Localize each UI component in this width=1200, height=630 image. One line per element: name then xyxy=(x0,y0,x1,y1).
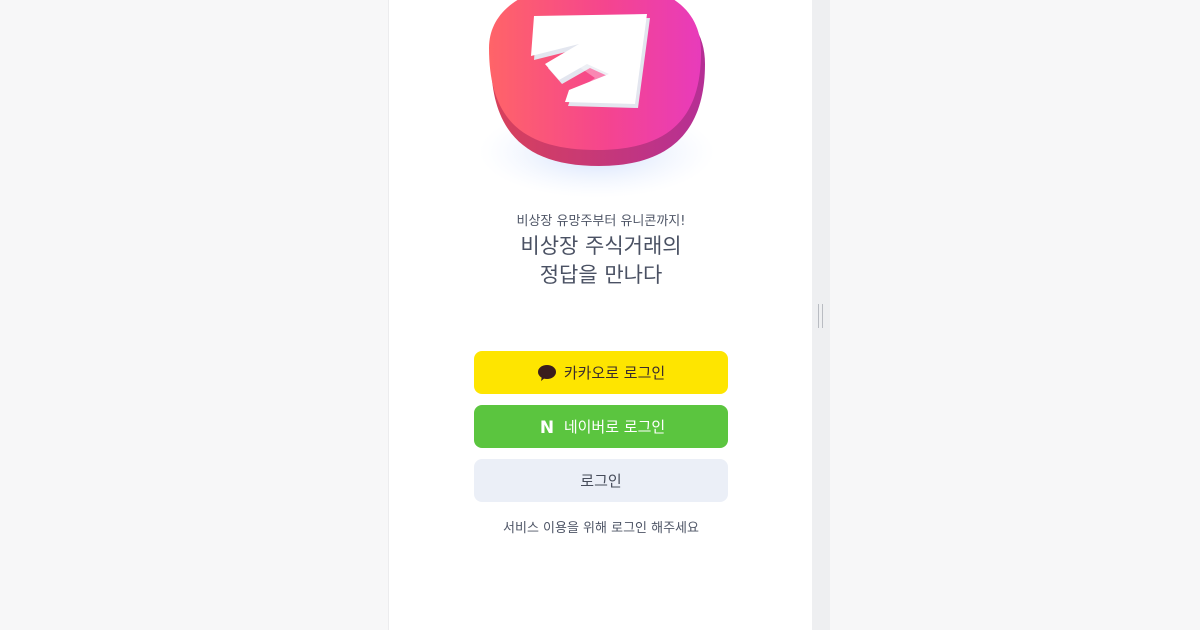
naver-login-label: 네이버로 로그인 xyxy=(563,418,666,436)
speech-bubble-icon xyxy=(537,363,557,383)
kakao-login-button[interactable]: 카카오로 로그인 xyxy=(474,351,728,394)
resize-handle-icon[interactable] xyxy=(818,304,823,328)
svg-text:N: N xyxy=(540,419,554,435)
headline: 비상장 주식거래의 정답을 만나다 xyxy=(389,232,813,290)
login-label: 로그인 xyxy=(580,472,622,490)
browser-viewport: 비상장 유망주부터 유니콘까지! 비상장 주식거래의 정답을 만나다 카카오로 … xyxy=(0,0,1200,630)
kakao-login-label: 카카오로 로그인 xyxy=(563,364,666,382)
app-logo xyxy=(479,0,719,200)
headline-line-1: 비상장 주식거래의 xyxy=(520,234,682,258)
naver-n-icon: N xyxy=(537,417,557,437)
login-button[interactable]: 로그인 xyxy=(474,459,728,502)
tagline: 비상장 유망주부터 유니콘까지! xyxy=(516,214,686,229)
login-notice: 서비스 이용을 위해 로그인 해주세요 xyxy=(503,521,699,536)
app-panel: 비상장 유망주부터 유니콘까지! 비상장 주식거래의 정답을 만나다 카카오로 … xyxy=(388,0,812,630)
headline-line-2: 정답을 만나다 xyxy=(539,263,663,287)
naver-login-button[interactable]: N 네이버로 로그인 xyxy=(474,405,728,448)
